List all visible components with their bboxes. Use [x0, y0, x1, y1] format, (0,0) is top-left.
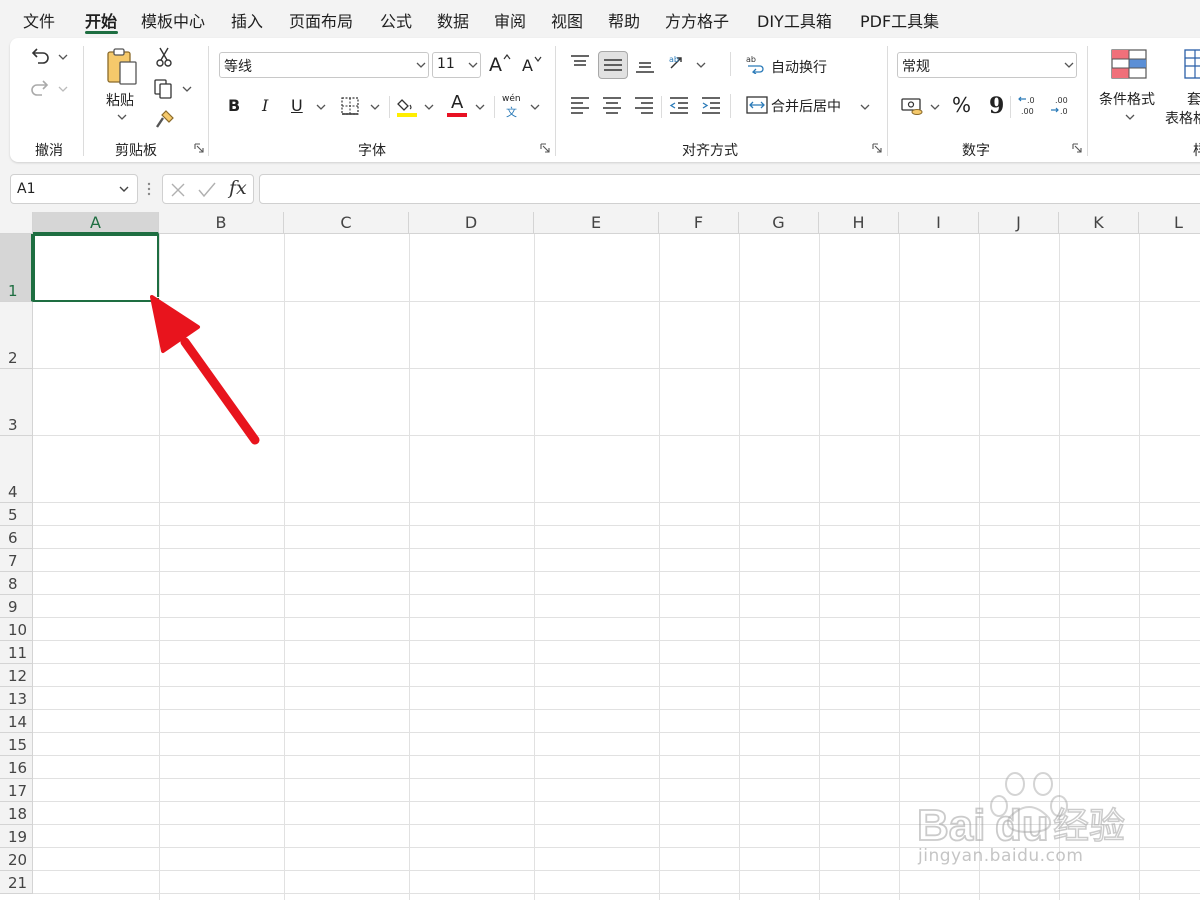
watermark-brand-cn: 经验	[1053, 806, 1125, 847]
watermark-url: jingyan.baidu.com	[918, 846, 1084, 866]
baidu-jingyan-watermark: Bai du 经验	[916, 772, 1126, 851]
watermark-brand-du: du	[995, 801, 1049, 850]
watermark-brand: Bai	[917, 801, 985, 850]
annotation-arrow	[150, 295, 260, 445]
